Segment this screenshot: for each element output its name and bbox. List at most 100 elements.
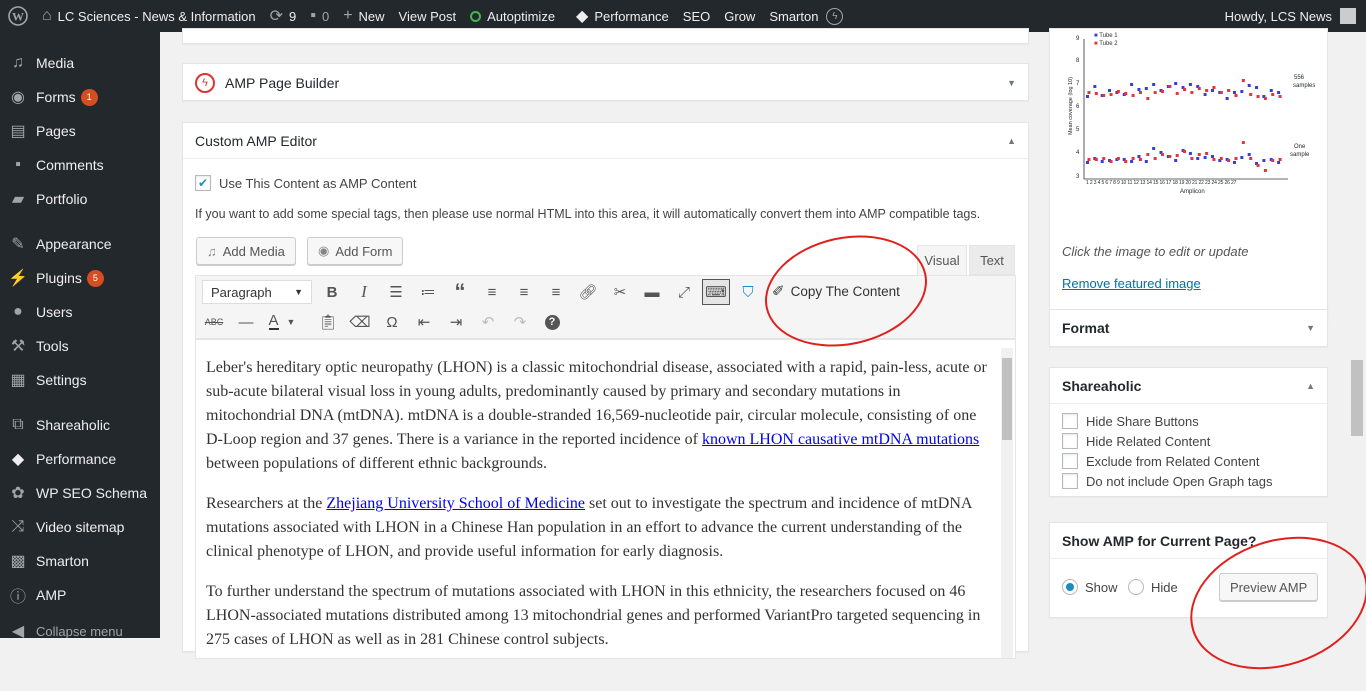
tube-1-top-point <box>1210 89 1214 92</box>
outdent-icon[interactable]: ⇤ <box>410 309 438 335</box>
redo-icon[interactable]: ↷ <box>506 309 534 335</box>
copy-content-button[interactable]: ✐ Copy The Content <box>772 282 900 300</box>
numbered-list-icon[interactable]: ≔ <box>414 279 442 305</box>
fullscreen-icon[interactable]: ⤢ <box>670 279 698 305</box>
undo-icon[interactable]: ↶ <box>474 309 502 335</box>
toggle-arrow-up-icon[interactable]: ▲ <box>1007 136 1016 146</box>
no-open-graph-checkbox[interactable] <box>1062 473 1078 489</box>
add-form-button[interactable]: ◉ Add Form <box>307 237 404 265</box>
format-select[interactable]: Paragraph ▼ <box>202 280 312 304</box>
clear-formatting-icon[interactable]: ⌫ <box>346 309 374 335</box>
tube-2-bottom-point <box>1219 157 1223 160</box>
sidebar-item-shareaholic[interactable]: ⧉ Shareaholic <box>0 408 160 442</box>
collapse-arrow-icon: ◀ <box>11 623 25 638</box>
help-icon[interactable]: ? <box>538 309 566 335</box>
sidebar-item-appearance[interactable]: ✎ Appearance <box>0 227 160 261</box>
sidebar-item-portfolio[interactable]: ▰ Portfolio <box>0 182 160 216</box>
sidebar-item-pages[interactable]: ▤ Pages <box>0 114 160 148</box>
y-tick-8: 8 <box>1076 58 1080 64</box>
page-scrollbar-thumb[interactable] <box>1351 360 1363 436</box>
shield-plugin-icon[interactable]: ⛉ <box>734 279 762 305</box>
zhejiang-university-link[interactable]: Zhejiang University School of Medicine <box>326 495 585 512</box>
italic-icon[interactable]: I <box>350 279 378 305</box>
toolbar-toggle-icon[interactable]: ⌨ <box>702 279 730 305</box>
lhon-mutations-link[interactable]: known LHON causative mtDNA mutations <box>702 431 979 448</box>
sidebar-item-amp[interactable]: ⓘ AMP <box>0 578 160 612</box>
unlink-icon[interactable]: ✂ <box>606 279 634 305</box>
avatar <box>1340 8 1356 24</box>
bullet-list-icon[interactable]: ☰ <box>382 279 410 305</box>
hide-related-content-checkbox[interactable] <box>1062 433 1078 449</box>
previous-postbox <box>182 28 1029 44</box>
hide-share-buttons-checkbox[interactable] <box>1062 413 1078 429</box>
amp-page-builder-header[interactable]: ϟ AMP Page Builder <box>183 64 1028 102</box>
custom-amp-editor-header[interactable]: Custom AMP Editor <box>183 123 1028 159</box>
amp-page-builder-title: AMP Page Builder <box>225 75 340 91</box>
toggle-arrow-down-icon[interactable]: ▼ <box>1007 78 1016 88</box>
sidebar-item-forms[interactable]: ◉ Forms 1 <box>0 80 160 114</box>
featured-image[interactable]: 9 8 7 6 5 4 3 Mean coverage (log 10) 1 2… <box>1060 33 1318 207</box>
seo-label: SEO <box>682 8 711 24</box>
align-center-icon[interactable]: ≡ <box>510 279 538 305</box>
help-text: If you want to add some special tags, th… <box>195 207 981 221</box>
tube-2-bottom-point <box>1175 154 1179 157</box>
special-character-icon[interactable]: Ω <box>378 309 406 335</box>
sidebar-item-media[interactable]: ♫ Media <box>0 46 160 80</box>
align-left-icon[interactable]: ≡ <box>478 279 506 305</box>
sidebar-item-wp-seo-schema[interactable]: ✿ WP SEO Schema <box>0 476 160 510</box>
sidebar-item-label: Shareaholic <box>36 417 110 433</box>
show-radio[interactable] <box>1062 579 1078 595</box>
indent-icon[interactable]: ⇥ <box>442 309 470 335</box>
sidebar-item-plugins[interactable]: ⚡ Plugins 5 <box>0 261 160 295</box>
toggle-arrow-down-icon[interactable]: ▼ <box>1306 323 1315 333</box>
add-media-button[interactable]: ♫ Add Media <box>196 237 296 265</box>
tab-text[interactable]: Text <box>969 245 1015 275</box>
format-box[interactable]: Format ▼ <box>1049 309 1328 347</box>
horizontal-line-icon[interactable]: — <box>232 309 260 335</box>
paste-text-icon[interactable]: 📋︎ <box>314 309 342 335</box>
sidebar-item-label: Portfolio <box>36 191 88 207</box>
amp-page-builder-box[interactable]: ϟ AMP Page Builder ▼ <box>182 63 1029 101</box>
text-color-icon[interactable]: A ▼ <box>262 309 302 335</box>
toggle-arrow-up-icon[interactable]: ▲ <box>1306 381 1315 391</box>
shareaholic-header[interactable]: Shareaholic <box>1050 368 1327 404</box>
strikethrough-icon[interactable]: ABC <box>200 309 228 335</box>
sidebar-item-comments[interactable]: ▪ Comments <box>0 148 160 182</box>
editor-scrollbar-thumb[interactable] <box>1002 358 1012 440</box>
bold-icon[interactable]: B <box>318 279 346 305</box>
editor-content[interactable]: Leber's hereditary optic neuropathy (LHO… <box>195 339 1016 659</box>
blockquote-icon[interactable]: “ <box>446 279 474 305</box>
align-right-icon[interactable]: ≡ <box>542 279 570 305</box>
tube-2-bottom-point <box>1212 158 1216 161</box>
read-more-icon[interactable]: ▬ <box>638 279 666 305</box>
tube-1-bottom-point <box>1203 156 1207 159</box>
y-axis-label: Mean coverage (log 10) <box>1068 76 1074 136</box>
tube-1-bottom-point <box>1086 161 1089 164</box>
remove-featured-image-link[interactable]: Remove featured image <box>1062 276 1201 291</box>
sidebar-item-settings[interactable]: ▦ Settings <box>0 363 160 397</box>
sidebar-item-performance[interactable]: ◆ Performance <box>0 442 160 476</box>
sidebar-item-users[interactable]: ● Users <box>0 295 160 329</box>
exclude-related-content-checkbox[interactable] <box>1062 453 1078 469</box>
collapse-menu-button[interactable]: ◀ Collapse menu <box>0 614 160 638</box>
editor-toolbar: Paragraph ▼ B I ☰ ≔ “ ≡ ≡ ≡ 🔗︎ ✂ ▬ ⤢ ⌨ ⛉… <box>195 275 1016 339</box>
link-icon[interactable]: 🔗︎ <box>574 279 602 305</box>
tube-2-top-point <box>1094 92 1098 95</box>
tab-visual[interactable]: Visual <box>917 245 967 275</box>
use-content-checkbox[interactable]: ✔ <box>195 175 211 191</box>
wordpress-logo-icon[interactable]: W <box>0 0 35 32</box>
page-scrollbar[interactable] <box>1348 32 1366 638</box>
show-amp-header: Show AMP for Current Page? <box>1050 523 1327 559</box>
editor-scrollbar[interactable] <box>1001 348 1013 658</box>
new-label: New <box>358 8 385 24</box>
hide-radio[interactable] <box>1128 579 1144 595</box>
hide-radio-row[interactable]: Hide <box>1128 579 1178 595</box>
show-radio-row[interactable]: Show <box>1062 579 1118 595</box>
sidebar-item-tools[interactable]: ⚒ Tools <box>0 329 160 363</box>
format-header[interactable]: Format <box>1050 310 1327 346</box>
preview-amp-button[interactable]: Preview AMP <box>1219 573 1319 601</box>
main-content: ϟ AMP Page Builder ▼ Custom AMP Editor ▲… <box>160 28 1366 691</box>
sidebar-item-smarton[interactable]: ▩ Smarton <box>0 544 160 578</box>
sidebar-item-video-sitemap[interactable]: ⤨ Video sitemap <box>0 510 160 544</box>
tube-2-top-point <box>1234 94 1238 97</box>
